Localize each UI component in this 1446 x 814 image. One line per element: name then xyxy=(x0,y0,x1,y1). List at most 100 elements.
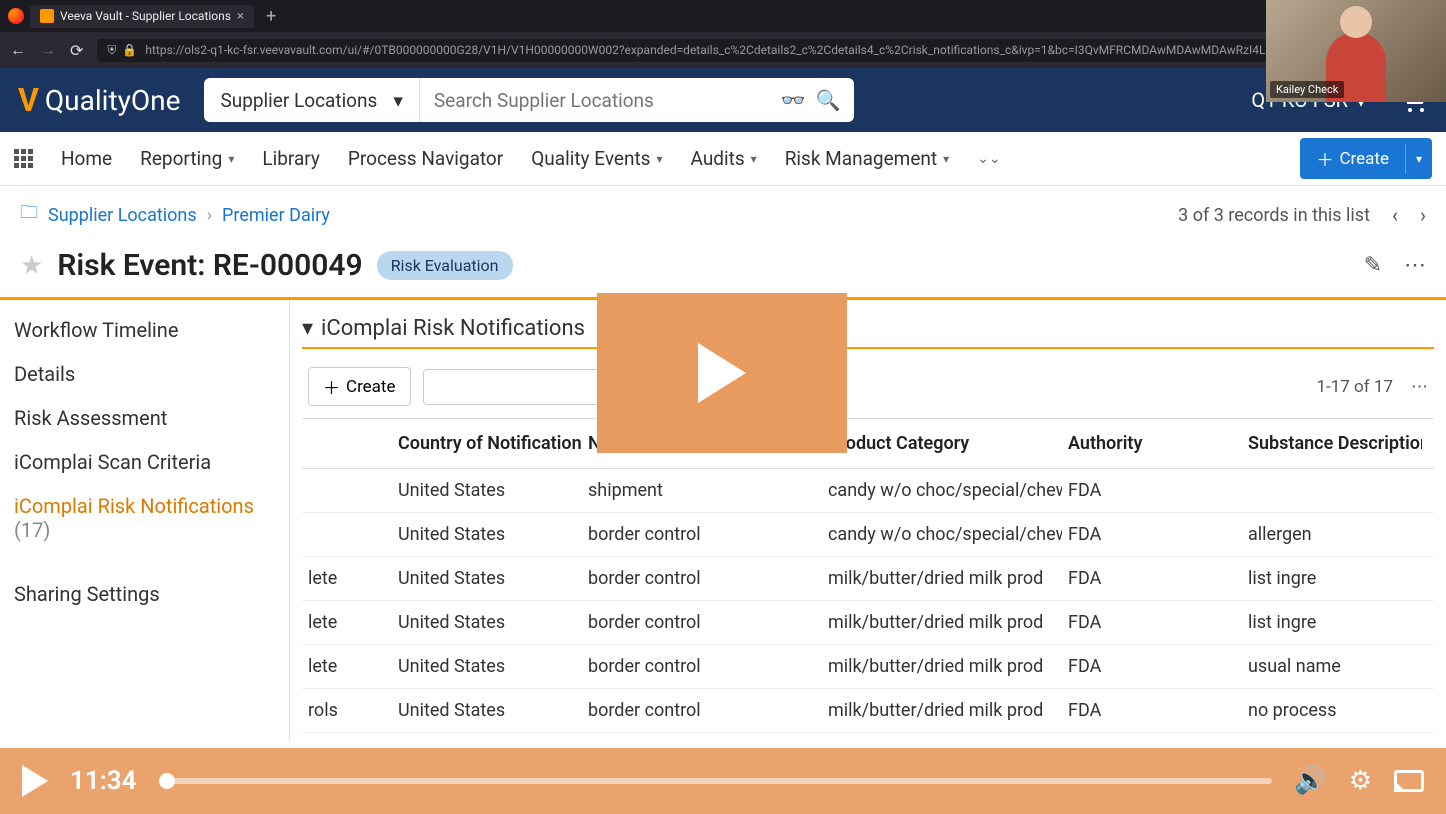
table-row[interactable]: rolsUnited Statesborder controlmilk/butt… xyxy=(302,733,1434,741)
table-cell: lete xyxy=(302,557,392,600)
play-icon xyxy=(698,343,746,403)
table-cell: list ingre xyxy=(1242,557,1422,600)
table-cell: lete xyxy=(302,601,392,644)
breadcrumb-leaf[interactable]: Premier Dairy xyxy=(222,205,330,226)
table-row[interactable]: leteUnited Statesborder controlmilk/butt… xyxy=(302,645,1434,689)
new-tab-button[interactable]: + xyxy=(260,6,282,27)
binoculars-icon[interactable]: 👓 xyxy=(781,88,806,112)
sidebar-item-risk-assessment[interactable]: Risk Assessment xyxy=(0,396,289,440)
table-cell: lete xyxy=(302,645,392,688)
table-row[interactable]: United Statesshipmentcandy w/o choc/spec… xyxy=(302,469,1434,513)
search-icon[interactable]: 🔍 xyxy=(816,88,841,112)
table-cell: border control xyxy=(582,733,822,741)
table-cell: no process xyxy=(1242,733,1422,741)
table-cell: candy w/o choc/special/chew gum xyxy=(822,513,1062,556)
sidebar-item-risk-notifications[interactable]: iComplai Risk Notifications (17) xyxy=(0,484,289,552)
plus-icon: ＋ xyxy=(1316,146,1333,171)
col-authority[interactable]: Authority xyxy=(1062,419,1242,468)
table-cell: FDA xyxy=(1062,689,1242,732)
next-record-icon[interactable]: › xyxy=(1420,203,1426,227)
presenter-name: Kailey Check xyxy=(1270,81,1344,98)
table-cell: United States xyxy=(392,557,582,600)
global-search-input[interactable] xyxy=(434,89,771,112)
table-cell: milk/butter/dried milk prod xyxy=(822,689,1062,732)
collapse-toggle-icon[interactable]: ▾ xyxy=(302,316,313,341)
prev-record-icon[interactable]: ‹ xyxy=(1392,203,1398,227)
breadcrumb-root[interactable]: Supplier Locations xyxy=(48,205,197,226)
folder-icon: 🗀 xyxy=(20,200,38,230)
table-cell: usual name xyxy=(1242,645,1422,688)
section-create-button[interactable]: ＋Create xyxy=(308,367,411,406)
table-cell: FDA xyxy=(1062,557,1242,600)
nav-quality-events[interactable]: Quality Events▾ xyxy=(531,147,662,170)
search-context-selector[interactable]: Supplier Locations ▾ xyxy=(204,78,419,122)
browser-tab[interactable]: Veeva Vault - Supplier Locations × xyxy=(30,5,254,28)
table-row[interactable]: United Statesborder controlcandy w/o cho… xyxy=(302,513,1434,557)
table-cell: border control xyxy=(582,645,822,688)
video-play-button[interactable] xyxy=(22,765,48,797)
col-country[interactable]: Country of Notification xyxy=(392,419,582,468)
caret-down-icon: ▾ xyxy=(751,152,757,166)
video-scrubber[interactable] xyxy=(159,778,1273,784)
create-dropdown-icon[interactable]: ▾ xyxy=(1405,144,1432,174)
section-more-icon[interactable]: ⋯ xyxy=(1411,377,1428,397)
table-row[interactable]: leteUnited Statesborder controlmilk/butt… xyxy=(302,601,1434,645)
table-cell: milk/butter/dried milk prod xyxy=(822,601,1062,644)
table-cell: FDA xyxy=(1062,469,1242,512)
record-title: Risk Event: RE-000049 xyxy=(57,248,362,283)
table-row[interactable]: leteUnited Statesborder controlmilk/butt… xyxy=(302,557,1434,601)
plus-icon: ＋ xyxy=(323,374,340,399)
app-logo[interactable]: V QualityOne xyxy=(18,81,180,119)
presenter-webcam: Kailey Check xyxy=(1266,0,1446,102)
notifications-table: Country of Notification Notification Typ… xyxy=(302,418,1434,741)
table-cell: border control xyxy=(582,557,822,600)
favorite-star-icon[interactable]: ★ xyxy=(20,251,43,281)
table-cell: no process xyxy=(1242,689,1422,732)
cast-icon[interactable] xyxy=(1394,770,1424,792)
nav-home[interactable]: Home xyxy=(61,147,112,170)
table-cell: United States xyxy=(392,645,582,688)
url-bar[interactable]: ⛨🔒 https://ols2-q1-kc-fsr.veevavault.com… xyxy=(97,39,1383,62)
nav-reporting[interactable]: Reporting▾ xyxy=(140,147,234,170)
col-product-category[interactable]: Product Category xyxy=(822,419,1062,468)
table-cell: United States xyxy=(392,513,582,556)
nav-audits[interactable]: Audits▾ xyxy=(691,147,757,170)
nav-process-navigator[interactable]: Process Navigator xyxy=(348,147,503,170)
video-play-overlay[interactable] xyxy=(597,293,847,453)
sidebar-item-details[interactable]: Details xyxy=(0,352,289,396)
table-cell: rols xyxy=(302,689,392,732)
table-cell: FDA xyxy=(1062,733,1242,741)
table-row[interactable]: rolsUnited Statesborder controlmilk/butt… xyxy=(302,689,1434,733)
reload-button[interactable]: ⟳ xyxy=(70,41,83,60)
settings-gear-icon[interactable]: ⚙ xyxy=(1349,766,1372,796)
caret-down-icon: ▾ xyxy=(228,152,234,166)
col-0[interactable] xyxy=(302,430,392,458)
volume-icon[interactable]: 🔊 xyxy=(1294,766,1326,796)
search-context-label: Supplier Locations xyxy=(220,89,377,112)
table-cell: milk/butter/dried milk prod xyxy=(822,557,1062,600)
nav-library[interactable]: Library xyxy=(262,147,320,170)
table-cell xyxy=(1242,480,1422,502)
nav-more-icon[interactable]: ⌄⌄ xyxy=(977,151,1000,167)
global-create-button[interactable]: ＋Create ▾ xyxy=(1300,138,1432,179)
table-cell: United States xyxy=(392,469,582,512)
sidebar-item-workflow-timeline[interactable]: Workflow Timeline xyxy=(0,308,289,352)
status-badge: Risk Evaluation xyxy=(377,251,513,280)
tab-close-icon[interactable]: × xyxy=(237,9,244,24)
table-cell: FDA xyxy=(1062,601,1242,644)
table-cell: allergen xyxy=(1242,513,1422,556)
sidebar-item-scan-criteria[interactable]: iComplai Scan Criteria xyxy=(0,440,289,484)
app-switcher-icon[interactable] xyxy=(14,149,33,168)
back-button[interactable]: ← xyxy=(10,40,26,60)
table-cell xyxy=(302,480,392,502)
col-substance[interactable]: Substance Description xyxy=(1242,419,1422,468)
sidebar-item-sharing-settings[interactable]: Sharing Settings xyxy=(0,572,289,616)
caret-down-icon: ▾ xyxy=(657,152,663,166)
more-actions-icon[interactable]: ⋯ xyxy=(1404,253,1426,278)
nav-risk-management[interactable]: Risk Management▾ xyxy=(785,147,949,170)
lock-icon: 🔒 xyxy=(122,43,137,58)
scrubber-knob[interactable] xyxy=(159,773,175,789)
edit-icon[interactable]: ✎ xyxy=(1364,253,1382,278)
pager-label: 1-17 of 17 xyxy=(1316,377,1393,397)
table-cell: list ingre xyxy=(1242,601,1422,644)
